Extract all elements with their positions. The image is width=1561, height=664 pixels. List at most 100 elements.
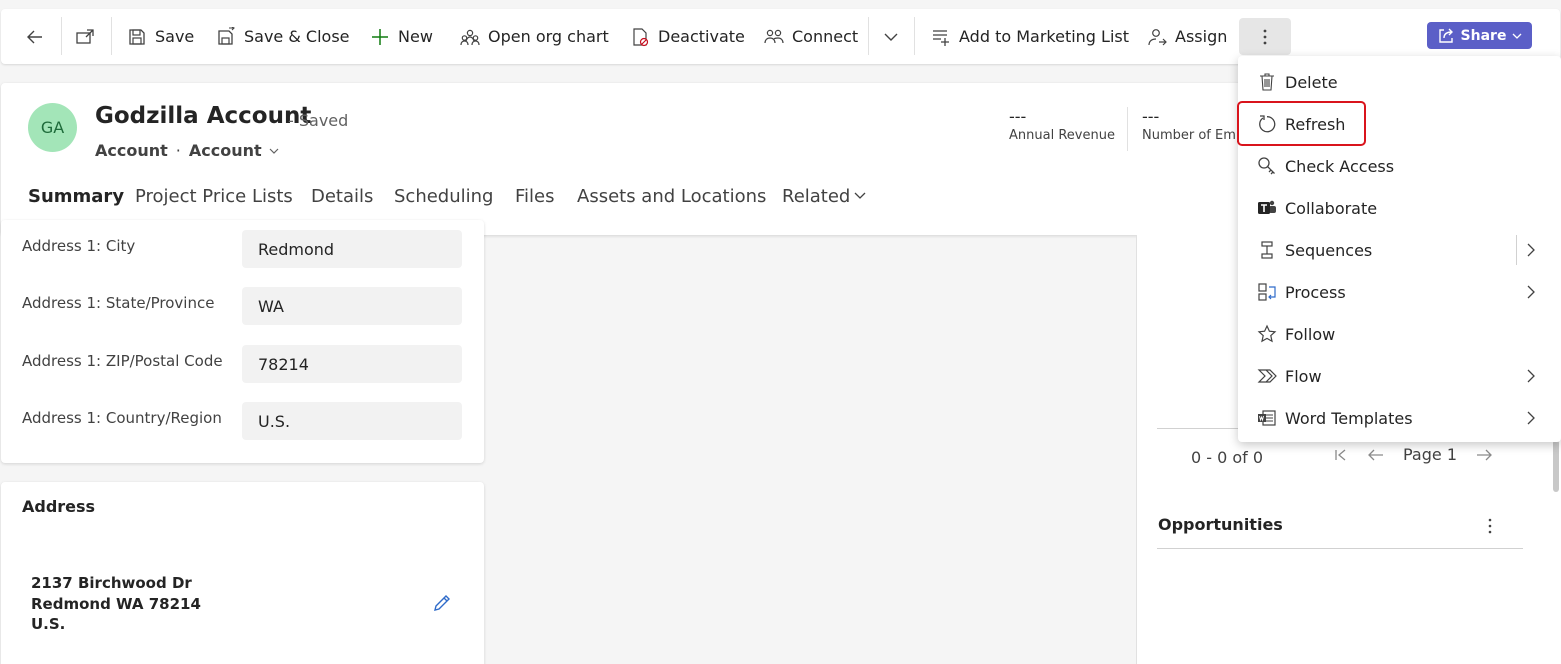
- trash-icon: [1256, 71, 1278, 93]
- field-label: Address 1: State/Province: [22, 294, 215, 312]
- record-subtitle: Account · Account: [95, 141, 280, 160]
- tab-files[interactable]: Files: [515, 186, 555, 207]
- chevron-down-icon[interactable]: [853, 189, 867, 203]
- address-card: Address 2137 Birchwood Dr Redmond WA 782…: [1, 482, 484, 664]
- divider: [111, 17, 112, 55]
- tab-project-price-lists[interactable]: Project Price Lists: [135, 186, 293, 207]
- process-icon: [1256, 281, 1278, 303]
- list-add-icon: [931, 27, 951, 47]
- more-vertical-icon[interactable]: [1487, 517, 1493, 535]
- save-label: Save: [155, 27, 195, 46]
- menu-item-label: Delete: [1285, 72, 1338, 92]
- menu-item-delete[interactable]: Delete: [1238, 61, 1561, 103]
- avatar: GA: [28, 103, 77, 152]
- address-line: U.S.: [31, 615, 66, 633]
- chevron-right-icon[interactable]: [1525, 284, 1537, 300]
- chevron-right-icon[interactable]: [1525, 242, 1537, 258]
- page-number: Page 1: [1403, 445, 1457, 464]
- opportunities-title: Opportunities: [1158, 515, 1283, 534]
- connect-icon: [764, 27, 784, 47]
- assign-button[interactable]: Assign: [1147, 9, 1227, 64]
- menu-item-label: Sequences: [1285, 240, 1373, 260]
- field-label: Address 1: City: [22, 237, 136, 255]
- menu-item-collaborate[interactable]: Collaborate: [1238, 187, 1561, 229]
- add-to-marketing-list-button[interactable]: Add to Marketing List: [931, 9, 1129, 64]
- form-selector[interactable]: Account: [189, 141, 262, 160]
- record-header: GA Godzilla Account - Saved Account · Ac…: [1, 83, 1261, 235]
- pencil-icon[interactable]: [431, 592, 453, 614]
- new-button[interactable]: New: [370, 9, 433, 64]
- tab-summary[interactable]: Summary: [28, 186, 124, 207]
- deactivate-icon: [630, 27, 650, 47]
- first-page-icon[interactable]: [1333, 447, 1349, 463]
- deactivate-label: Deactivate: [658, 27, 745, 46]
- city-field[interactable]: Redmond: [242, 230, 462, 268]
- arrow-left-icon: [25, 27, 45, 47]
- deactivate-button[interactable]: Deactivate: [630, 9, 745, 64]
- share-label: Share: [1460, 27, 1507, 44]
- tab-assets-and-locations[interactable]: Assets and Locations: [577, 186, 766, 207]
- star-icon: [1256, 323, 1278, 345]
- record-count: 0 - 0 of 0: [1191, 448, 1264, 467]
- save-close-button[interactable]: Save & Close: [216, 9, 350, 64]
- save-button[interactable]: Save: [127, 9, 194, 64]
- save-close-label: Save & Close: [244, 27, 350, 46]
- org-chart-icon: [460, 27, 480, 47]
- divider: [914, 17, 915, 55]
- chevron-right-icon[interactable]: [1525, 368, 1537, 384]
- more-commands-button[interactable]: [1239, 18, 1291, 55]
- share-button[interactable]: Share: [1427, 22, 1532, 49]
- menu-item-word-templates[interactable]: Word Templates: [1238, 397, 1561, 439]
- save-status: - Saved: [288, 111, 349, 130]
- sequence-icon: [1256, 239, 1278, 261]
- connect-dropdown-button[interactable]: [881, 9, 909, 64]
- chevron-down-icon[interactable]: [268, 145, 280, 157]
- share-icon: [1437, 27, 1455, 45]
- menu-item-label: Word Templates: [1285, 408, 1413, 428]
- state-field[interactable]: WA: [242, 287, 462, 325]
- menu-item-check-access[interactable]: Check Access: [1238, 145, 1561, 187]
- country-field[interactable]: U.S.: [242, 402, 462, 440]
- chevron-right-icon[interactable]: [1525, 410, 1537, 426]
- previous-page-icon[interactable]: [1367, 447, 1385, 463]
- chevron-down-icon: [1512, 31, 1522, 41]
- kpi-number-of-employees: --- Number of Emp: [1142, 107, 1244, 143]
- zip-field[interactable]: 78214: [242, 345, 462, 383]
- open-org-chart-button[interactable]: Open org chart: [460, 9, 609, 64]
- kpi-label: Number of Emp: [1142, 128, 1245, 143]
- tab-details[interactable]: Details: [311, 186, 373, 207]
- scrollbar[interactable]: [1553, 440, 1559, 492]
- open-window-icon: [75, 27, 95, 47]
- menu-item-label: Collaborate: [1285, 198, 1378, 218]
- address-card-title: Address: [22, 497, 96, 516]
- menu-item-flow[interactable]: Flow: [1238, 355, 1561, 397]
- add-to-marketing-list-label: Add to Marketing List: [959, 27, 1130, 46]
- open-in-new-window-button[interactable]: [75, 9, 103, 64]
- next-page-icon[interactable]: [1475, 447, 1493, 463]
- kpi-value: ---: [1142, 107, 1160, 126]
- chevron-down-icon: [881, 27, 901, 47]
- divider: [1516, 235, 1517, 265]
- teams-icon: [1256, 197, 1278, 219]
- refresh-highlight-box: [1237, 101, 1366, 146]
- menu-item-process[interactable]: Process: [1238, 271, 1561, 313]
- key-search-icon: [1256, 155, 1278, 177]
- menu-item-label: Process: [1285, 282, 1346, 302]
- person-arrow-icon: [1147, 27, 1167, 47]
- menu-item-label: Follow: [1285, 324, 1336, 344]
- connect-label: Connect: [792, 27, 859, 46]
- divider: [61, 17, 62, 55]
- divider: [1127, 107, 1128, 151]
- word-template-icon: [1256, 407, 1278, 429]
- divider: [1157, 548, 1523, 549]
- kpi-value: ---: [1009, 107, 1027, 126]
- tab-related[interactable]: Related: [782, 186, 850, 207]
- new-label: New: [398, 27, 433, 46]
- back-button[interactable]: [25, 9, 53, 64]
- entity-name: Account: [95, 141, 168, 160]
- menu-item-sequences[interactable]: Sequences: [1238, 229, 1561, 271]
- menu-item-follow[interactable]: Follow: [1238, 313, 1561, 355]
- connect-button[interactable]: Connect: [764, 9, 858, 64]
- kpi-label: Annual Revenue: [1009, 128, 1115, 143]
- tab-scheduling[interactable]: Scheduling: [394, 186, 493, 207]
